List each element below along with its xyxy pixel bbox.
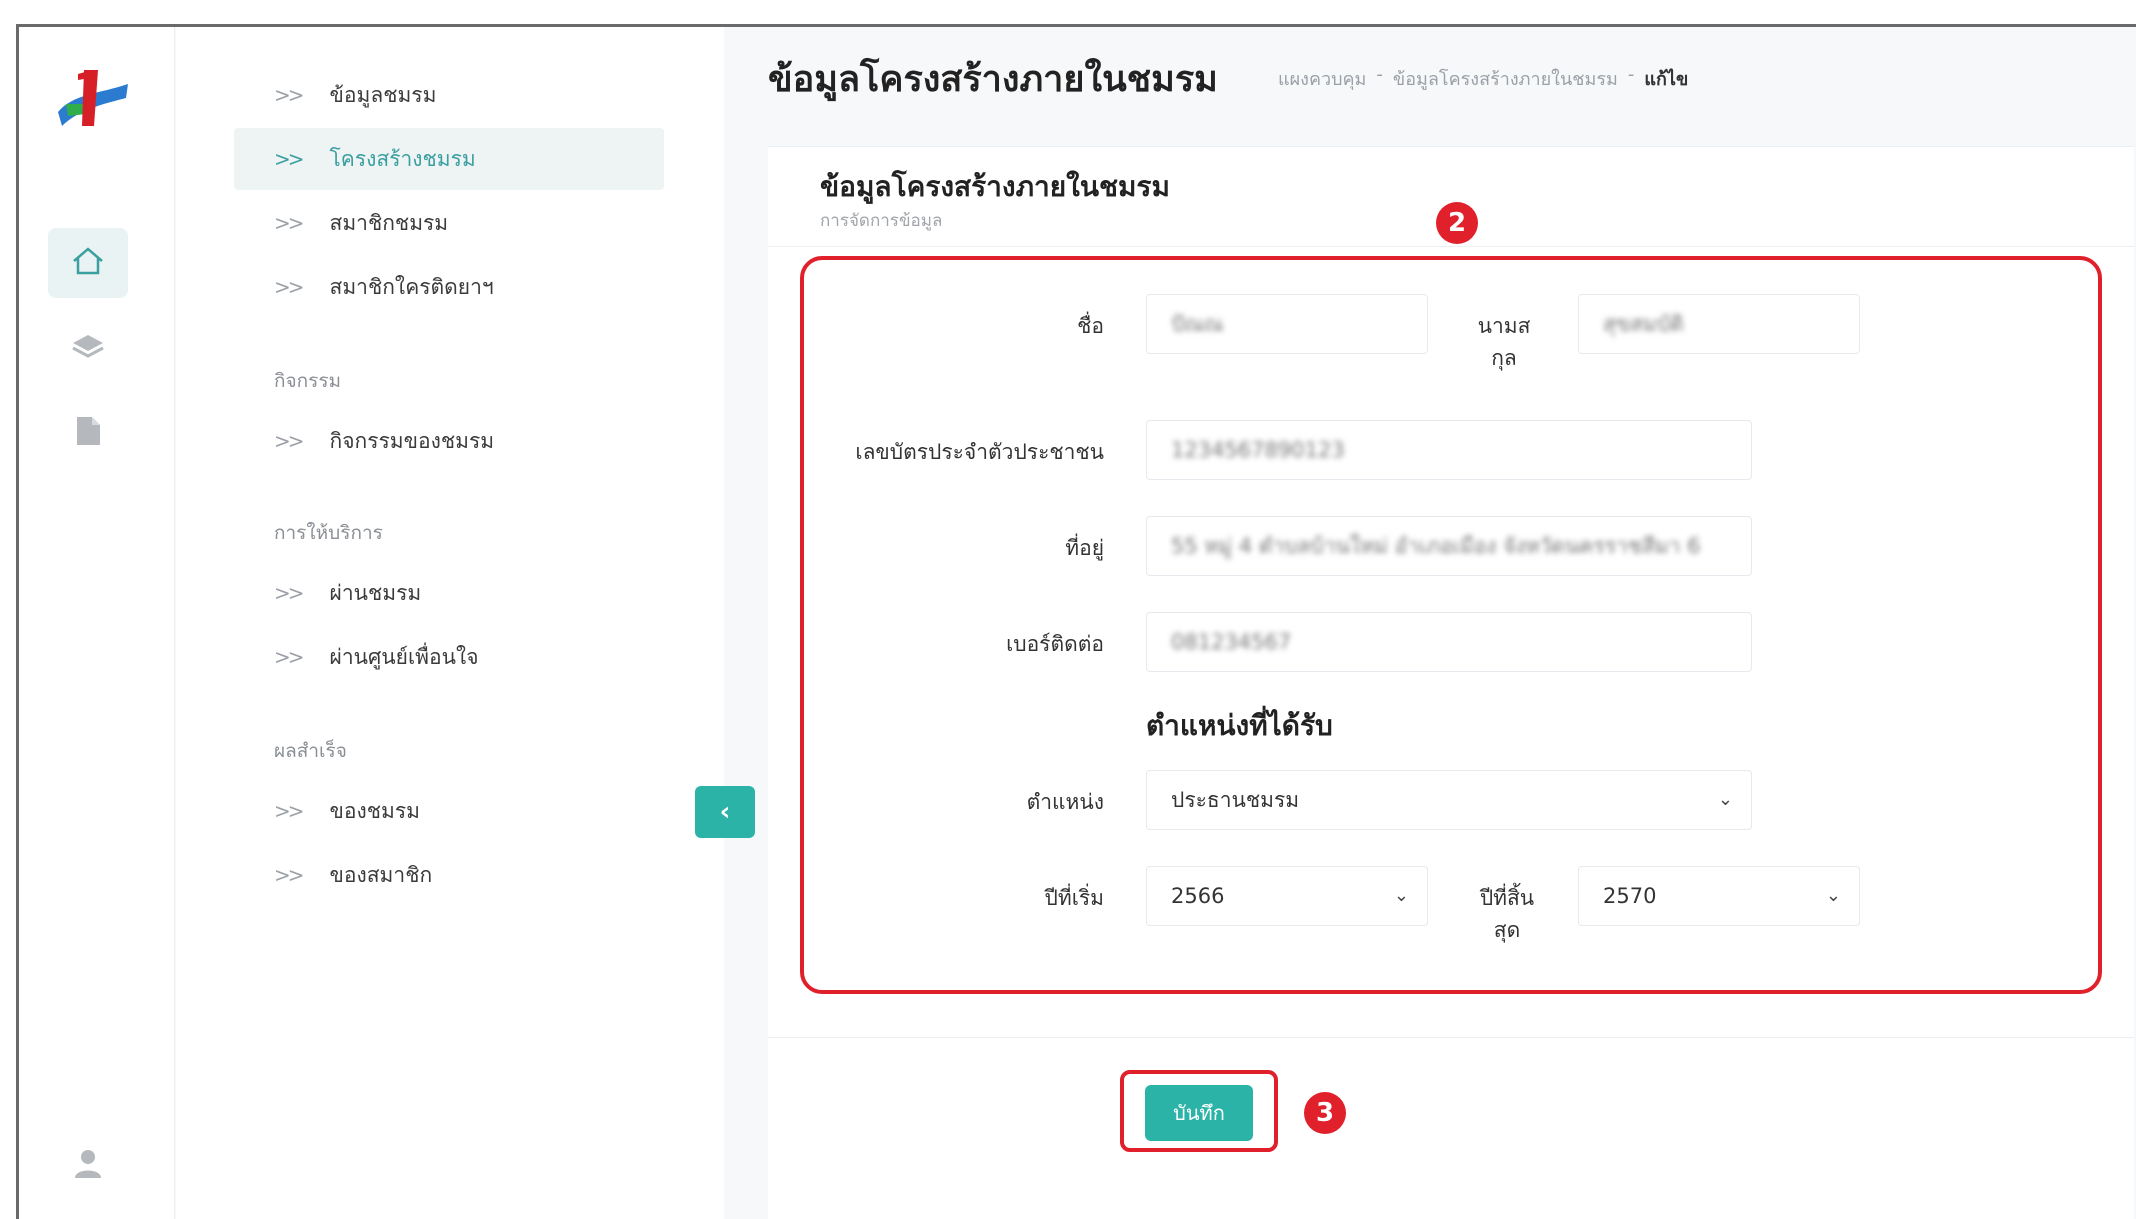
last-name-value: สุขสมบัติ (1603, 311, 1684, 336)
phone-label: เบอร์ติดต่อ (1006, 632, 1104, 656)
chevron-right-icon: >> (274, 645, 304, 669)
sidebar-item-club-info[interactable]: >> ข้อมูลชมรม (234, 64, 664, 126)
breadcrumb-current: แก้ไข (1644, 69, 1689, 90)
end-year-select[interactable]: 2570 ⌄ (1578, 866, 1860, 926)
sidebar-item-label: ของชมรม (329, 798, 420, 823)
last-name-label-line-1: นามส (1477, 314, 1531, 338)
collapse-sidebar-button[interactable]: ‹ (695, 786, 755, 838)
id-number-field[interactable]: 1234567890123 (1146, 420, 1752, 480)
position-select[interactable]: ประธานชมรม ⌄ (1146, 770, 1752, 830)
chevron-right-icon: >> (274, 429, 304, 453)
user-button[interactable] (48, 1130, 128, 1200)
end-year-value: 2570 (1603, 884, 1657, 908)
phone-field[interactable]: 081234567 (1146, 612, 1752, 672)
chevron-right-icon: >> (274, 275, 304, 299)
card-title: ข้อมูลโครงสร้างภายในชมรม (820, 170, 1170, 203)
sidebar-item-label: ของสมาชิก (329, 862, 433, 887)
annotation-badge-3: 3 (1304, 1092, 1346, 1134)
address-field[interactable]: 55 หมู่ 4 ตำบลบ้านใหม่ อำเภอเมือง จังหวั… (1146, 516, 1752, 576)
save-button[interactable]: บันทึก (1145, 1085, 1253, 1141)
start-year-select[interactable]: 2566 ⌄ (1146, 866, 1428, 926)
sidebar-item-label: สมาชิกใครติดยาฯ (329, 274, 494, 299)
form-footer-divider (768, 1037, 2134, 1038)
sidebar-item-label: ผ่านศูนย์เพื่อนใจ (329, 644, 479, 669)
start-year-value: 2566 (1171, 884, 1225, 908)
last-name-label-line-2: กุล (1491, 346, 1517, 370)
sidebar-item-label: กิจกรรมของชมรม (329, 428, 495, 453)
id-number-value: 1234567890123 (1171, 438, 1345, 462)
sidebar-item-label: ผ่านชมรม (329, 580, 422, 605)
position-value: ประธานชมรม (1171, 787, 1300, 812)
user-icon (71, 1146, 105, 1184)
logo-icon (48, 64, 138, 144)
sidebar-item-club-achievements[interactable]: >> ของชมรม (234, 780, 664, 842)
breadcrumb-dashboard[interactable]: แผงควบคุม (1278, 64, 1366, 93)
document-icon (74, 415, 102, 451)
page-title: ข้อมูลโครงสร้างภายในชมรม (768, 59, 1218, 100)
chevron-right-icon: >> (274, 799, 304, 823)
sidebar-item-via-club[interactable]: >> ผ่านชมรม (234, 562, 664, 624)
chevron-left-icon: ‹ (719, 797, 731, 827)
first-name-label: ชื่อ (1077, 314, 1104, 338)
chevron-right-icon: >> (274, 83, 304, 107)
chevron-right-icon: >> (274, 581, 304, 605)
layers-icon (71, 332, 105, 366)
annotation-badge-2: 2 (1436, 202, 1478, 244)
document-button[interactable] (48, 398, 128, 468)
chevron-right-icon: >> (274, 863, 304, 887)
breadcrumb-separator: - (1627, 64, 1635, 85)
section-title-activities: กิจกรรม (274, 370, 342, 392)
position-label: ตำแหน่ง (1026, 790, 1104, 814)
first-name-value: ปัณณ (1171, 311, 1224, 336)
phone-value: 081234567 (1171, 630, 1292, 654)
chevron-right-icon: >> (274, 211, 304, 235)
last-name-label: นามส กุล (1470, 310, 1538, 374)
sidebar-item-club-structure[interactable]: >> โครงสร้างชมรม (234, 128, 664, 190)
breadcrumb-structure[interactable]: ข้อมูลโครงสร้างภายในชมรม (1393, 64, 1618, 93)
home-button[interactable] (48, 228, 128, 298)
end-year-label-line-1: ปีที่สิ้น (1479, 886, 1535, 910)
sidebar-item-label: ข้อมูลชมรม (329, 82, 437, 107)
breadcrumb-separator: - (1376, 64, 1383, 85)
chevron-down-icon: ⌄ (1717, 789, 1733, 810)
home-icon (71, 246, 105, 280)
chevron-down-icon: ⌄ (1393, 885, 1409, 906)
first-name-field[interactable]: ปัณณ (1146, 294, 1428, 354)
section-title-achievements: ผลสำเร็จ (274, 740, 347, 762)
chevron-down-icon: ⌄ (1825, 885, 1841, 906)
sidebar-item-drug-members[interactable]: >> สมาชิกใครติดยาฯ (234, 256, 664, 318)
sidebar-item-member-achievements[interactable]: >> ของสมาชิก (234, 844, 664, 906)
position-heading: ตำแหน่งที่ได้รับ (1146, 709, 1333, 742)
section-title-services: การให้บริการ (274, 522, 383, 544)
last-name-field[interactable]: สุขสมบัติ (1578, 294, 1860, 354)
sidebar-item-via-center[interactable]: >> ผ่านศูนย์เพื่อนใจ (234, 626, 664, 688)
sidebar-item-club-members[interactable]: >> สมาชิกชมรม (234, 192, 664, 254)
chevron-right-icon: >> (274, 147, 304, 171)
card-subtitle: การจัดการข้อมูล (820, 211, 943, 231)
address-label: ที่อยู่ (1065, 536, 1104, 560)
sidebar-item-label: โครงสร้างชมรม (329, 146, 476, 171)
end-year-label-line-2: สุด (1493, 918, 1521, 942)
end-year-label: ปีที่สิ้น สุด (1468, 882, 1546, 946)
sidebar-item-label: สมาชิกชมรม (329, 210, 449, 235)
address-value: 55 หมู่ 4 ตำบลบ้านใหม่ อำเภอเมือง จังหวั… (1171, 533, 1701, 558)
id-number-label: เลขบัตรประจำตัวประชาชน (855, 440, 1104, 464)
icon-rail (19, 27, 175, 1219)
sidebar-item-club-activities[interactable]: >> กิจกรรมของชมรม (234, 410, 664, 472)
breadcrumb: แผงควบคุม - ข้อมูลโครงสร้างภายในชมรม - แ… (1278, 64, 1688, 93)
start-year-label: ปีที่เริ่ม (1044, 886, 1104, 910)
layers-button[interactable] (48, 314, 128, 384)
